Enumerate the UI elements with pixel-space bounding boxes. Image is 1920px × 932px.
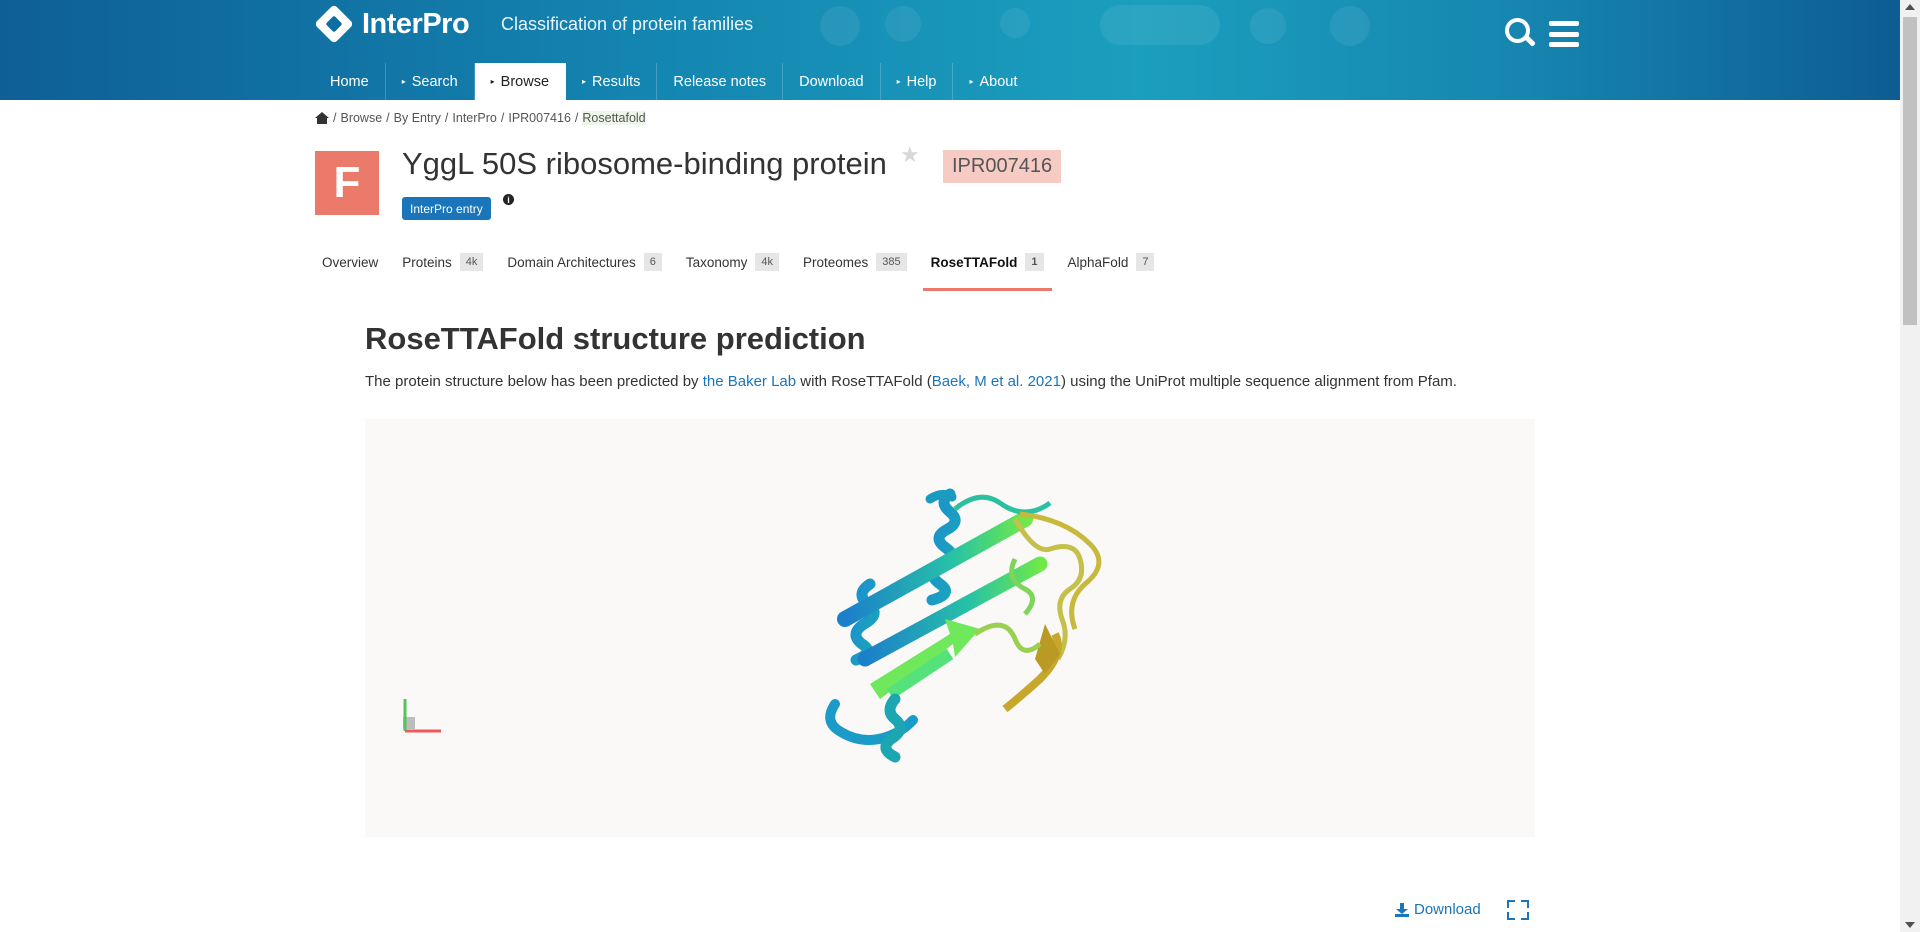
interpro-entry-badge: InterPro entry [402, 197, 491, 220]
triangle-right-icon: ▸ [896, 77, 901, 86]
nav-release-notes[interactable]: Release notes [657, 63, 784, 100]
breadcrumb-current: Rosettafold [582, 111, 646, 125]
structure-description: The protein structure below has been pre… [365, 370, 1515, 394]
tab-label: Overview [322, 255, 379, 270]
tab-label: Domain Architectures [507, 255, 636, 270]
description-text: The protein structure below has been pre… [365, 373, 703, 390]
search-icon[interactable] [1505, 18, 1536, 50]
tab-rosettafold[interactable]: RoseTTAFold 1 [922, 249, 1052, 291]
tab-count: 7 [1136, 253, 1155, 271]
tab-count: 4k [459, 253, 484, 271]
breadcrumb-separator: / [574, 111, 579, 125]
protein-ribbon [825, 488, 1102, 763]
header-decoration [1330, 6, 1370, 46]
tab-count: 4k [755, 253, 780, 271]
tab-label: Taxonomy [685, 255, 748, 270]
triangle-right-icon: ▸ [490, 77, 495, 86]
nav-label: Results [592, 73, 641, 90]
nav-about[interactable]: ▸ About [953, 63, 1033, 100]
breadcrumb-accession[interactable]: IPR007416 [508, 111, 571, 125]
triangle-right-icon: ▸ [401, 77, 406, 86]
tab-label: RoseTTAFold [930, 255, 1018, 270]
main-nav: Home ▸ Search ▸ Browse ▸ Results Release no… [314, 63, 1033, 100]
breadcrumb-separator: / [500, 111, 505, 125]
star-icon[interactable]: ★ [900, 142, 920, 168]
axes-indicator [403, 699, 441, 733]
nav-help[interactable]: ▸ Help [881, 63, 954, 100]
nav-download[interactable]: Download [783, 63, 881, 100]
nav-results[interactable]: ▸ Results [566, 63, 658, 100]
family-type-badge: F [315, 151, 379, 215]
tab-taxonomy[interactable]: Taxonomy 4k [678, 249, 787, 291]
citation-link[interactable]: Baek, M et al. 2021 [932, 373, 1061, 390]
scroll-down-icon[interactable] [1905, 922, 1915, 928]
scroll-up-icon[interactable] [1905, 4, 1915, 10]
breadcrumb-interpro[interactable]: InterPro [452, 111, 496, 125]
tab-domain-architectures[interactable]: Domain Architectures 6 [499, 249, 669, 291]
header-tools [1505, 18, 1579, 50]
baker-lab-link[interactable]: the Baker Lab [703, 373, 796, 390]
tab-count: 1 [1025, 253, 1044, 271]
accession-badge: IPR007416 [943, 150, 1062, 183]
section-heading: RoseTTAFold structure prediction [365, 321, 866, 356]
info-icon[interactable]: i [503, 194, 514, 205]
breadcrumb-separator: / [444, 111, 449, 125]
breadcrumb-browse[interactable]: Browse [340, 111, 382, 125]
triangle-right-icon: ▸ [582, 77, 587, 86]
tab-label: Proteomes [803, 255, 869, 270]
download-label: Download [1414, 901, 1481, 918]
breadcrumb-by-entry[interactable]: By Entry [394, 111, 441, 125]
nav-browse[interactable]: ▸ Browse [474, 63, 567, 100]
header-decoration [1100, 5, 1220, 45]
download-icon [1395, 902, 1409, 917]
description-text: with RoseTTAFold ( [796, 373, 932, 390]
nav-home[interactable]: Home [314, 63, 386, 100]
tab-alphafold[interactable]: AlphaFold 7 [1060, 249, 1163, 291]
interpro-logo[interactable]: InterPro [314, 4, 470, 44]
masthead: InterPro Classification of protein famil… [0, 0, 1900, 100]
tab-proteins[interactable]: Proteins 4k [394, 249, 491, 291]
tab-label: AlphaFold [1067, 255, 1129, 270]
breadcrumb-separator: / [333, 111, 337, 125]
nav-label: Release notes [673, 73, 767, 90]
scrollbar-thumb[interactable] [1903, 17, 1917, 325]
nav-label: About [979, 73, 1018, 90]
menu-icon[interactable] [1549, 18, 1579, 47]
nav-label: Help [906, 73, 937, 90]
breadcrumb-separator: / [386, 111, 390, 125]
brand-tagline: Classification of protein families [501, 14, 754, 34]
protein-structure-render[interactable] [365, 419, 1535, 837]
home-icon[interactable] [315, 112, 329, 124]
structure-viewer[interactable] [365, 419, 1535, 837]
header-decoration [1250, 8, 1286, 44]
header-decoration [885, 6, 921, 42]
header-decoration [820, 6, 860, 46]
entry-tabs: Overview Proteins 4k Domain Architectures… [314, 249, 1170, 291]
triangle-right-icon: ▸ [969, 77, 974, 86]
header-decoration [1000, 8, 1030, 38]
page-scrollbar[interactable] [1900, 0, 1920, 932]
nav-label: Search [411, 73, 458, 90]
nav-label: Home [330, 73, 369, 90]
nav-label: Download [799, 73, 864, 90]
tab-count: 385 [876, 253, 907, 271]
entry-title: YggL 50S ribosome-binding protein [402, 146, 887, 181]
tab-label: Proteins [402, 255, 452, 270]
nav-label: Browse [500, 73, 550, 90]
tab-overview[interactable]: Overview [314, 249, 386, 291]
breadcrumb: / Browse / By Entry / InterPro / IPR0074… [315, 111, 646, 125]
brand-name: InterPro [362, 7, 470, 40]
fullscreen-icon[interactable] [1507, 900, 1529, 920]
tab-count: 6 [643, 253, 662, 271]
interpro-logo-icon [314, 4, 354, 44]
download-structure-link[interactable]: Download [1395, 901, 1481, 918]
nav-search[interactable]: ▸ Search [386, 63, 475, 100]
tab-proteomes[interactable]: Proteomes 385 [795, 249, 915, 291]
description-text: ) using the UniProt multiple sequence al… [1060, 373, 1457, 390]
